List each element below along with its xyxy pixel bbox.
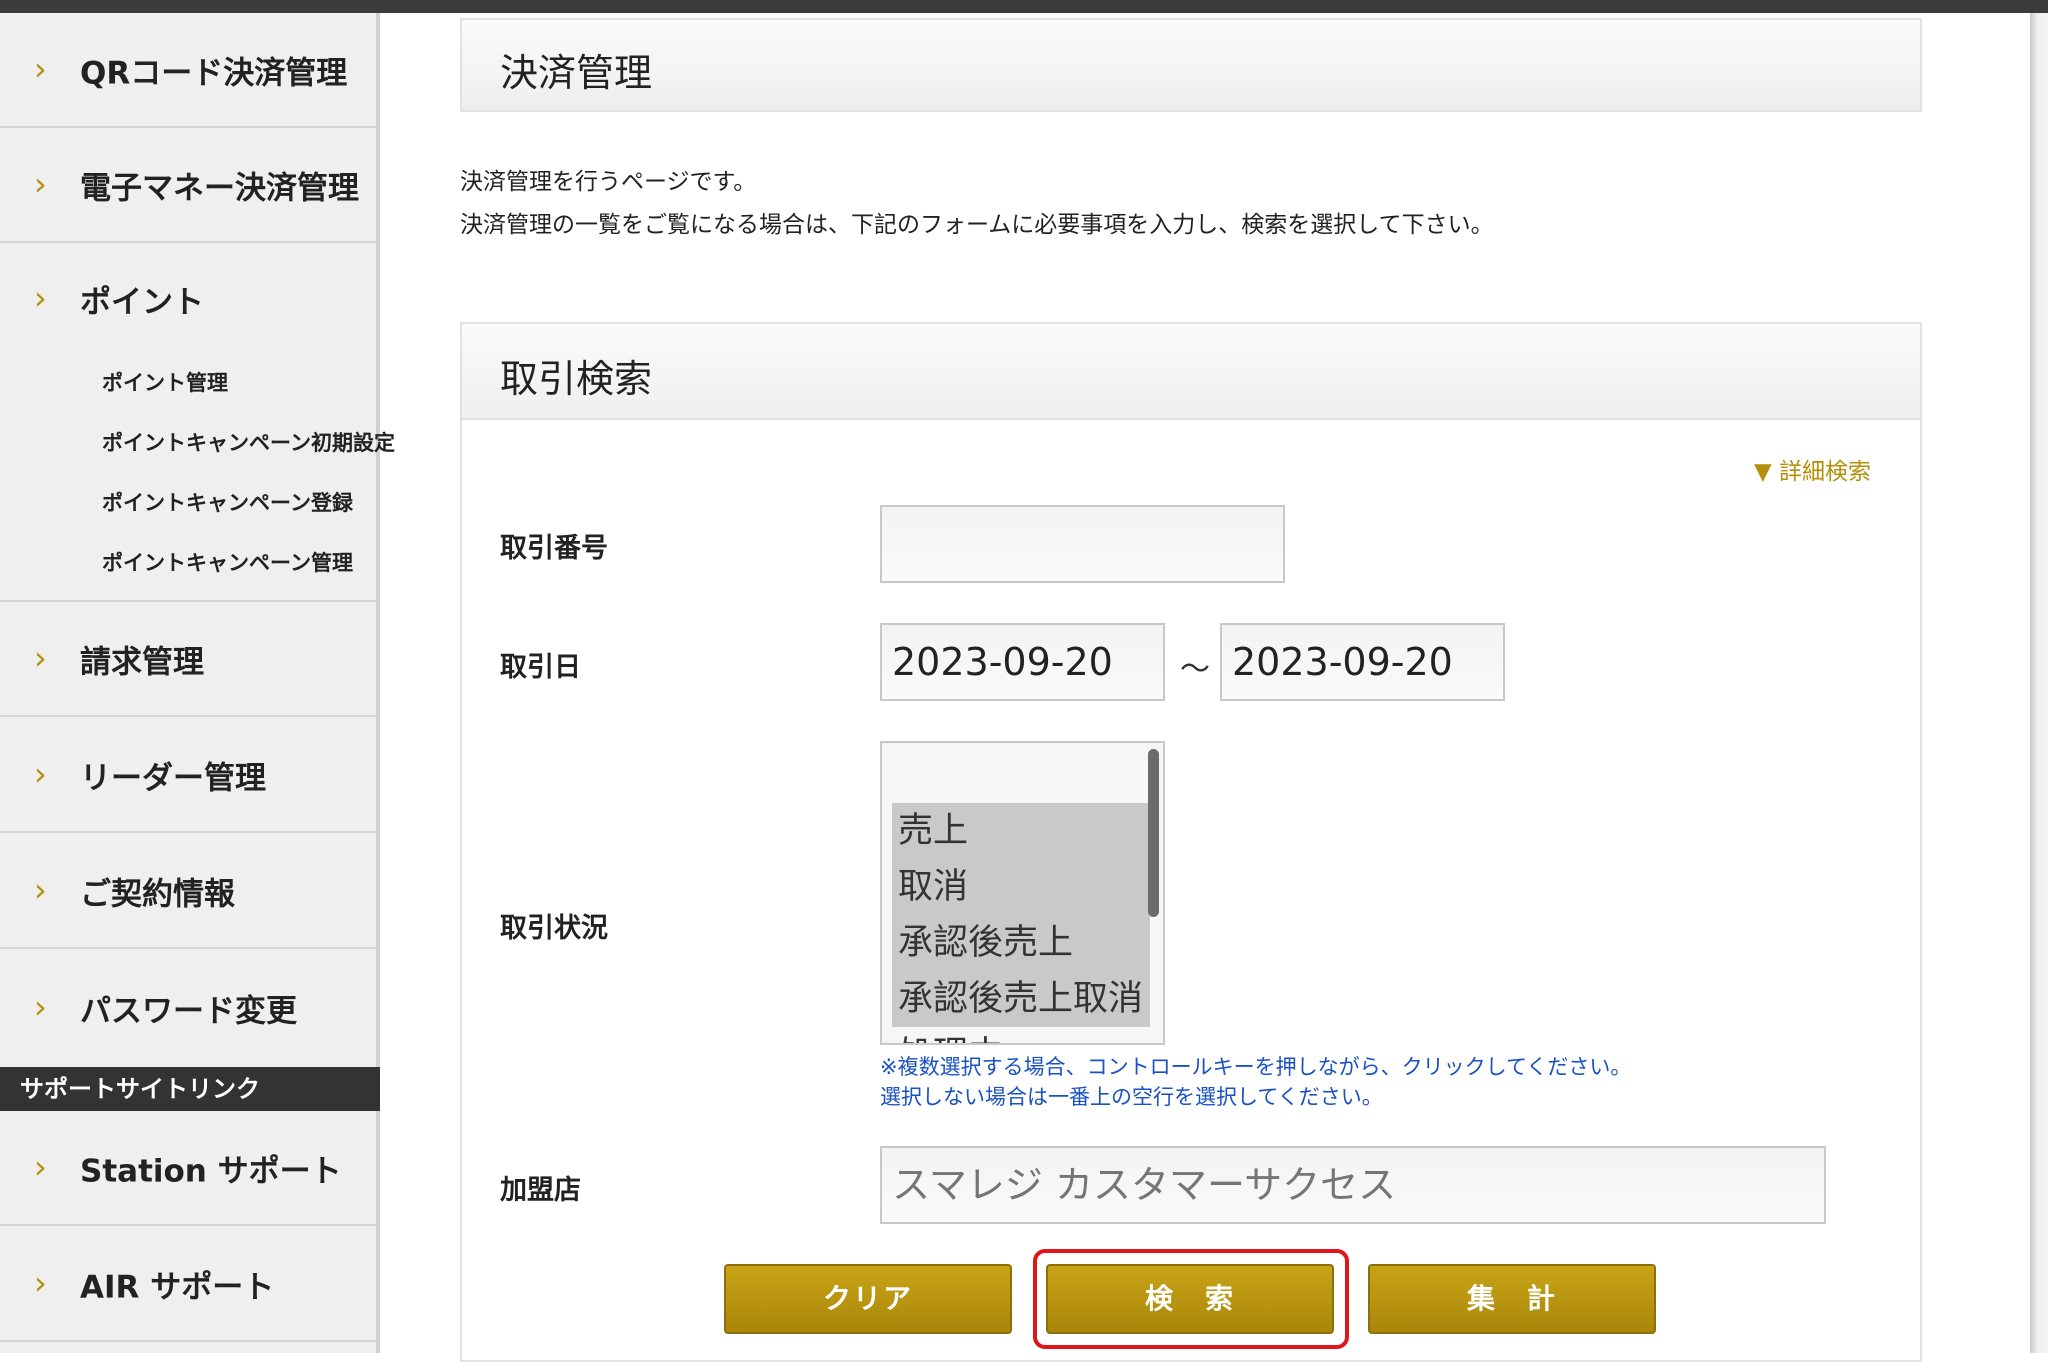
chevron-right-icon: › <box>34 1147 47 1186</box>
sidebar-item-reader[interactable]: › リーダー管理 <box>0 718 376 833</box>
sidebar-item-qr-payment[interactable]: › QRコード決済管理 <box>0 13 376 128</box>
transaction-status-listbox[interactable]: 売上 取消 承認後売上 承認後売上取消 処理中 <box>880 741 1165 1045</box>
aggregate-button[interactable]: 集 計 <box>1368 1264 1656 1334</box>
sidebar-item-air-support[interactable]: › AIR サポート <box>0 1227 376 1342</box>
date-range-separator: ～ <box>1180 652 1210 687</box>
listbox-option[interactable]: 取消 <box>892 859 1150 915</box>
page-description-line1: 決済管理を行うページです。 <box>460 169 757 195</box>
chevron-right-icon: › <box>34 987 47 1026</box>
page-title: 決済管理 <box>500 51 653 95</box>
search-panel-title: 取引検索 <box>500 357 653 401</box>
page-description-line2: 決済管理の一覧をご覧になる場合は、下記のフォームに必要事項を入力し、検索を選択し… <box>460 212 1494 238</box>
sidebar-item-billing[interactable]: › 請求管理 <box>0 602 376 717</box>
listbox-scrollbar[interactable] <box>1148 749 1159 917</box>
sidebar-item-station-support[interactable]: › Station サポート <box>0 1111 376 1226</box>
transaction-status-label: 取引状況 <box>500 913 608 944</box>
sidebar-item-label: ご契約情報 <box>80 876 235 912</box>
top-bar <box>0 0 2048 13</box>
sidebar-subitem-point-campaign-init[interactable]: ポイントキャンペーン初期設定 <box>102 427 395 457</box>
chevron-right-icon: › <box>34 49 47 88</box>
clear-button[interactable]: クリア <box>724 1264 1012 1334</box>
merchant-input[interactable] <box>880 1146 1826 1224</box>
chevron-right-icon: › <box>34 754 47 793</box>
sidebar-subitem-point-campaign-register[interactable]: ポイントキャンペーン登録 <box>102 487 353 517</box>
listbox-option-empty[interactable] <box>892 761 1150 803</box>
chevron-right-icon: › <box>34 279 47 318</box>
sidebar-item-label: 電子マネー決済管理 <box>80 170 359 206</box>
chevron-right-icon: › <box>34 638 47 677</box>
listbox-option[interactable]: 売上 <box>892 803 1150 859</box>
merchant-label: 加盟店 <box>500 1175 581 1206</box>
chevron-right-icon: › <box>34 164 47 203</box>
sidebar-subitem-point-campaign-manage[interactable]: ポイントキャンペーン管理 <box>102 547 353 577</box>
sidebar-item-password[interactable]: › パスワード変更 <box>0 950 376 1065</box>
listbox-option[interactable]: 承認後売上 <box>892 915 1150 971</box>
sidebar-item-label: AIR サポート <box>80 1269 275 1305</box>
transaction-number-label: 取引番号 <box>500 533 608 564</box>
transaction-date-from-input[interactable] <box>880 623 1165 701</box>
detail-search-link[interactable]: ▼ 詳細検索 <box>1754 452 1871 486</box>
sidebar: › QRコード決済管理 › 電子マネー決済管理 › ポイント ポイント管理 ポイ… <box>0 13 395 1353</box>
window-edge <box>2030 13 2048 1353</box>
search-button[interactable]: 検 索 <box>1046 1264 1334 1334</box>
sidebar-item-emoney-payment[interactable]: › 電子マネー決済管理 <box>0 128 376 243</box>
multi-select-hint-line1: ※複数選択する場合、コントロールキーを押しながら、クリックしてください。 <box>880 1055 1632 1079</box>
multi-select-hint-line2: 選択しない場合は一番上の空行を選択してください。 <box>880 1085 1383 1109</box>
sidebar-item-label: Station サポート <box>80 1153 342 1189</box>
transaction-date-to-input[interactable] <box>1220 623 1505 701</box>
sidebar-item-label: ポイント <box>80 284 204 321</box>
listbox-option[interactable]: 処理中 <box>892 1027 1150 1043</box>
sidebar-item-label: QRコード決済管理 <box>80 55 348 91</box>
transaction-number-input[interactable] <box>880 505 1285 583</box>
sidebar-subitem-point-management[interactable]: ポイント管理 <box>102 367 228 397</box>
sidebar-item-label: 請求管理 <box>80 644 204 680</box>
support-links-heading: サポートサイトリンク <box>0 1067 380 1111</box>
chevron-right-icon: › <box>34 1263 47 1302</box>
sidebar-item-point[interactable]: › ポイント <box>0 243 376 338</box>
sidebar-item-label: リーダー管理 <box>80 760 266 796</box>
page-title-box: 決済管理 <box>460 18 1922 112</box>
transaction-date-label: 取引日 <box>500 652 581 683</box>
chevron-right-icon: › <box>34 870 47 909</box>
search-panel-header: 取引検索 <box>462 324 1920 420</box>
sidebar-item-label: パスワード変更 <box>80 993 297 1029</box>
sidebar-item-contract[interactable]: › ご契約情報 <box>0 834 376 949</box>
listbox-option[interactable]: 承認後売上取消 <box>892 971 1150 1027</box>
